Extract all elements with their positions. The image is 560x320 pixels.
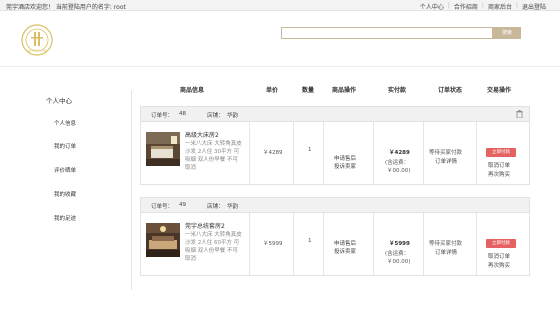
complain-seller-link[interactable]: 投诉卖家: [334, 247, 356, 255]
column-divider: [323, 122, 324, 184]
column-divider: [476, 213, 477, 275]
trash-icon[interactable]: [516, 110, 523, 118]
order-card-body: 莞宇总统套房2 一米八大床 大转角真皮沙发 2人住 60平方 可吸烟 双人份早餐…: [141, 213, 529, 275]
column-divider: [293, 213, 294, 275]
complain-seller-link[interactable]: 投诉卖家: [334, 162, 356, 170]
order-number: 48: [179, 111, 186, 117]
top-link-logout[interactable]: 退出登陆: [518, 2, 550, 11]
paid-amount: ￥4289: [389, 150, 410, 156]
column-header-quantity: 数量: [302, 87, 315, 94]
product-description: 一米八大床 大转角真皮沙发 2人住 30平方 可吸烟 双人份早餐 不可取消: [185, 141, 242, 171]
order-number-label: 订单号：: [151, 113, 174, 119]
column-header-paid: 实付款: [388, 87, 407, 94]
shipping-fee: ￥00.00): [387, 168, 411, 174]
product-name[interactable]: 莞宇总统套房2: [185, 221, 225, 230]
column-divider: [423, 122, 424, 184]
top-link-partnership[interactable]: 合作招商: [450, 2, 482, 11]
store-name[interactable]: 华韵: [227, 111, 238, 119]
column-divider: [249, 122, 250, 184]
column-divider: [476, 122, 477, 184]
logo-text: DONGGUAN: [28, 49, 46, 53]
order-number-label: 订单号：: [151, 204, 174, 210]
apply-after-sales-link[interactable]: 申请售后: [334, 239, 356, 247]
header: DONGGUAN 搜索: [0, 11, 560, 67]
search-input[interactable]: [281, 27, 493, 39]
column-header-trade-actions: 交易操作: [487, 87, 512, 94]
cancel-order-link[interactable]: 取消订单: [488, 252, 510, 260]
order-table-header: 商品信息 单价 数量 商品操作 实付款 订单状态 交易操作: [140, 85, 530, 97]
pay-now-button[interactable]: 立即付款: [486, 239, 516, 248]
buy-again-link[interactable]: 再次购买: [488, 261, 510, 269]
order-card: 订单号： 48 店铺： 华韵 高级大床房2 一米八大床 大转角真皮沙发 2人住 …: [140, 106, 530, 185]
store-label: 店铺：: [207, 204, 224, 210]
column-header-unit-price: 单价: [266, 87, 279, 94]
column-divider: [293, 122, 294, 184]
welcome-text: 莞宇酒店欢迎您！ 当前登陆用户的名字: root: [6, 4, 126, 11]
unit-price: ￥4289: [263, 150, 283, 156]
column-divider: [373, 213, 374, 275]
top-link-personal-center[interactable]: 个人中心: [416, 2, 448, 11]
order-card-header: 订单号： 49 店铺： 华韵: [141, 198, 529, 213]
top-bar: 莞宇酒店欢迎您！ 当前登陆用户的名字: root 个人中心 | 合作招商 | 商…: [0, 0, 560, 11]
product-thumbnail[interactable]: [146, 132, 180, 166]
shipping-label: (含运费：: [385, 251, 410, 257]
pay-now-button[interactable]: 立即付款: [486, 148, 516, 157]
sidebar-item-favorites[interactable]: 我的收藏: [54, 190, 76, 198]
column-divider: [249, 213, 250, 275]
order-number: 49: [179, 202, 186, 208]
apply-after-sales-link[interactable]: 申请售后: [334, 154, 356, 162]
sidebar-item-profile[interactable]: 个人信息: [54, 119, 76, 127]
sidebar-title: 个人中心: [46, 97, 72, 105]
product-description: 一米八大床 大转角真皮沙发 2人住 60平方 可吸烟 双人份早餐 不可取消: [185, 232, 242, 262]
order-status: 等待买家付款: [429, 241, 463, 247]
sidebar-item-history[interactable]: 我的足迹: [54, 214, 76, 222]
store-label: 店铺：: [207, 113, 224, 119]
order-details-link[interactable]: 订单详情: [435, 157, 457, 165]
product-thumbnail[interactable]: [146, 223, 180, 257]
quantity: 1: [308, 238, 312, 244]
column-header-status: 订单状态: [438, 87, 463, 94]
sidebar-item-my-orders[interactable]: 我的订单: [54, 142, 76, 150]
product-name[interactable]: 高级大床房2: [185, 130, 219, 139]
column-divider: [423, 213, 424, 275]
order-details-link[interactable]: 订单详情: [435, 248, 457, 256]
order-card-body: 高级大床房2 一米八大床 大转角真皮沙发 2人住 30平方 可吸烟 双人份早餐 …: [141, 122, 529, 184]
unit-price: ￥5999: [263, 241, 283, 247]
top-link-merchant-backend[interactable]: 商家后台: [484, 2, 516, 11]
cancel-order-link[interactable]: 取消订单: [488, 161, 510, 169]
quantity: 1: [308, 147, 312, 153]
sidebar: 个人中心 个人信息 我的订单 评价晒单 我的收藏 我的足迹: [30, 90, 132, 290]
paid-amount: ￥5999: [389, 241, 410, 247]
order-card-header: 订单号： 48 店铺： 华韵: [141, 107, 529, 122]
order-card: 订单号： 49 店铺： 华韵 莞宇总统套房2 一米八大床 大转角真皮沙发 2人住…: [140, 197, 530, 276]
order-status: 等待买家付款: [429, 150, 463, 156]
sidebar-item-reviews[interactable]: 评价晒单: [54, 166, 76, 174]
hotel-logo[interactable]: DONGGUAN: [20, 23, 54, 57]
search-button[interactable]: 搜索: [493, 27, 521, 39]
top-links: 个人中心 | 合作招商 | 商家后台 | 退出登陆: [416, 2, 550, 11]
column-divider: [323, 213, 324, 275]
store-name[interactable]: 华韵: [227, 202, 238, 210]
shipping-fee: ￥00.00): [387, 259, 411, 265]
column-header-product: 商品信息: [180, 87, 205, 94]
column-header-product-actions: 商品操作: [332, 87, 357, 94]
shipping-label: (含运费：: [385, 160, 410, 166]
buy-again-link[interactable]: 再次购买: [488, 170, 510, 178]
column-divider: [373, 122, 374, 184]
